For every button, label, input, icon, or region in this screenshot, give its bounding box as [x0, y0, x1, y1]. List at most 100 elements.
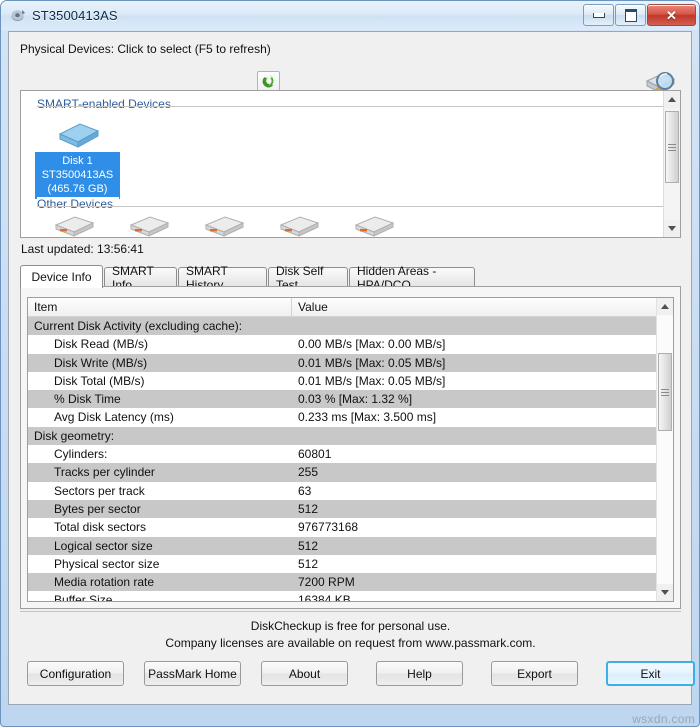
cell-item: Bytes per sector: [54, 501, 141, 516]
column-header-value[interactable]: Value: [292, 298, 656, 317]
grip-icon: [661, 387, 669, 398]
button-label: About: [288, 666, 321, 681]
other-group-divider: [37, 206, 672, 207]
disk-icon: [10, 8, 26, 24]
minimize-button[interactable]: [583, 4, 614, 26]
window-controls: ✕: [582, 4, 696, 26]
cell-value: 63: [298, 483, 312, 498]
other-disk-icon[interactable]: [53, 213, 97, 237]
close-button[interactable]: ✕: [647, 4, 696, 26]
cell-value: 0.03 % [Max: 1.32 %]: [298, 392, 413, 407]
cell-value: 60801: [298, 447, 332, 462]
exit-button[interactable]: Exit: [606, 661, 695, 686]
passmark-home-button[interactable]: PassMark Home: [144, 661, 241, 686]
tab-bar: Device Info SMART Info SMART History Dis…: [20, 264, 681, 292]
toolbar: Physical Devices: Click to select (F5 to…: [9, 32, 691, 67]
table-row[interactable]: Disk Write (MB/s) 0.01 MB/s [Max: 0.05 MB…: [28, 353, 656, 372]
table-scrollbar[interactable]: [656, 298, 673, 601]
tab-smart-history[interactable]: SMART History: [178, 264, 267, 292]
device-info-panel: Item Value Current Disk Activity (exclud…: [20, 286, 681, 609]
chevron-down-icon: [668, 226, 676, 231]
table-row[interactable]: Total disk sectors 976773168: [28, 518, 656, 537]
other-disk-icon[interactable]: [128, 213, 172, 237]
cell-value: 7200 RPM: [298, 575, 355, 590]
chevron-up-icon: [668, 97, 676, 102]
configuration-button[interactable]: Configuration: [27, 661, 124, 686]
tab-device-info[interactable]: Device Info: [20, 265, 103, 288]
watermark: wsxdn.com: [632, 712, 695, 726]
table-body: Current Disk Activity (excluding cache):…: [28, 317, 656, 601]
cell-item: Disk geometry:: [34, 428, 115, 443]
client-area: Physical Devices: Click to select (F5 to…: [8, 31, 695, 705]
about-button[interactable]: About: [261, 661, 348, 686]
maximize-icon: [624, 8, 637, 22]
cell-value: 976773168: [298, 520, 359, 535]
table-row[interactable]: Logical sector size 512: [28, 536, 656, 555]
title-bar[interactable]: ST3500413AS ✕: [1, 1, 699, 30]
scroll-down-button[interactable]: [657, 584, 673, 601]
device-info-table[interactable]: Item Value Current Disk Activity (exclud…: [27, 297, 674, 602]
tab-smart-info[interactable]: SMART Info: [104, 264, 177, 292]
table-row[interactable]: Physical sector size 512: [28, 554, 656, 574]
selected-disk-label[interactable]: Disk 1 ST3500413AS (465.76 GB): [35, 152, 120, 199]
footer-line-1: DiskCheckup is free for personal use.: [250, 619, 451, 633]
cell-value: 512: [298, 538, 319, 553]
footer-line-2: Company licenses are available on reques…: [165, 636, 536, 650]
table-row[interactable]: Avg Disk Latency (ms) 0.233 ms [Max: 3.50…: [28, 408, 656, 427]
cell-value: 255: [298, 465, 319, 480]
cell-item: Avg Disk Latency (ms): [54, 410, 174, 425]
other-disk-icon[interactable]: [203, 213, 247, 237]
last-updated-label: Last updated: 13:56:41: [21, 242, 144, 256]
table-row[interactable]: Bytes per sector 512: [28, 499, 656, 519]
cell-value: 0.00 MB/s [Max: 0.00 MB/s]: [298, 337, 446, 352]
export-button[interactable]: Export: [491, 661, 578, 686]
cell-value: 16384 KB: [298, 593, 351, 601]
table-row[interactable]: Media rotation rate 7200 RPM: [28, 573, 656, 592]
tab-label: Device Info: [31, 270, 92, 284]
column-header-item[interactable]: Item: [28, 298, 292, 317]
cell-item: Disk Total (MB/s): [54, 373, 145, 388]
selected-disk-line3: (465.76 GB): [47, 183, 108, 195]
cell-item: Total disk sectors: [54, 520, 147, 535]
scroll-up-button[interactable]: [664, 91, 680, 108]
help-button[interactable]: Help: [376, 661, 463, 686]
table-row[interactable]: % Disk Time 0.03 % [Max: 1.32 %]: [28, 390, 656, 409]
table-row[interactable]: Cylinders: 60801: [28, 445, 656, 464]
scroll-up-button[interactable]: [657, 298, 673, 315]
cell-item: Tracks per cylinder: [54, 465, 155, 480]
cell-item: Cylinders:: [54, 447, 108, 462]
scrollbar-thumb[interactable]: [665, 111, 679, 183]
devices-panel[interactable]: SMART-enabled Devices Disk 1 ST3500413AS…: [20, 90, 681, 238]
other-disk-icon[interactable]: [353, 213, 397, 237]
cell-value: 0.01 MB/s [Max: 0.05 MB/s]: [298, 355, 446, 370]
cell-value: 0.01 MB/s [Max: 0.05 MB/s]: [298, 373, 446, 388]
button-label: Configuration: [39, 666, 112, 681]
button-label: Exit: [640, 666, 661, 681]
other-disk-icon[interactable]: [278, 213, 322, 237]
button-label: PassMark Home: [148, 666, 237, 681]
application-window: ST3500413AS ✕ Physical Devices: Click to…: [0, 0, 700, 727]
table-row[interactable]: Disk Read (MB/s) 0.00 MB/s [Max: 0.00 MB/…: [28, 335, 656, 354]
maximize-button[interactable]: [615, 4, 646, 26]
table-row[interactable]: Buffer Size 16384 KB: [28, 591, 656, 601]
devices-scrollbar[interactable]: [663, 91, 680, 237]
table-row[interactable]: Disk Total (MB/s) 0.01 MB/s [Max: 0.05 MB…: [28, 371, 656, 391]
cell-item: Disk Write (MB/s): [54, 355, 148, 370]
table-row[interactable]: Disk geometry:: [28, 426, 656, 446]
cell-value: 0.233 ms [Max: 3.500 ms]: [298, 410, 437, 425]
cell-item: Current Disk Activity (excluding cache):: [34, 319, 243, 333]
cell-item: % Disk Time: [54, 392, 121, 407]
minimize-icon: [592, 12, 605, 18]
footer-divider: [20, 611, 681, 612]
tab-disk-self-test[interactable]: Disk Self Test: [268, 264, 348, 292]
other-devices-group-label: Other Devices: [37, 197, 120, 211]
scrollbar-thumb[interactable]: [658, 353, 672, 431]
selected-disk-line2: ST3500413AS: [41, 169, 114, 181]
smart-group-divider: [37, 106, 672, 107]
tab-hidden-areas[interactable]: Hidden Areas - HPA/DCO: [349, 264, 475, 292]
table-row[interactable]: Sectors per track 63: [28, 481, 656, 500]
table-row[interactable]: Current Disk Activity (excluding cache):: [28, 317, 656, 336]
smart-disk-icon[interactable]: [56, 119, 102, 154]
scroll-down-button[interactable]: [664, 220, 680, 237]
table-row[interactable]: Tracks per cylinder 255: [28, 463, 656, 482]
